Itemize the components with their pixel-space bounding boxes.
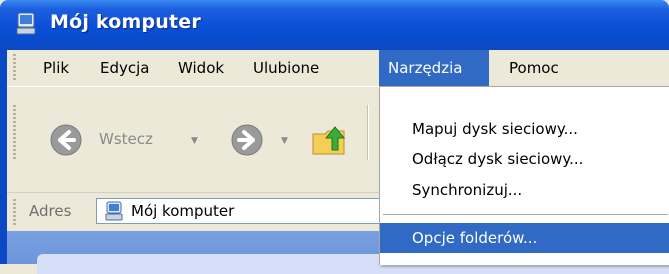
window-title: Mój komputer xyxy=(50,11,201,33)
menu-edycja[interactable]: Edycja xyxy=(92,50,157,86)
title-bar[interactable]: Mój komputer xyxy=(0,0,669,50)
toolbar-separator xyxy=(367,105,369,160)
menu-pomoc[interactable]: Pomoc xyxy=(501,50,567,86)
menu-bar: Plik Edycja Widok Ulubione Narzędzia Pom… xyxy=(7,50,669,87)
addressbar-grip[interactable] xyxy=(13,199,16,225)
window-border xyxy=(0,50,7,264)
menu-plik[interactable]: Plik xyxy=(35,50,77,86)
menu-item-synchronize[interactable]: Synchronizuj... xyxy=(380,175,669,205)
menu-item-folder-options[interactable]: Opcje folderów... xyxy=(380,223,669,253)
address-value: Mój komputer xyxy=(131,202,235,220)
my-computer-icon xyxy=(14,11,40,41)
tools-menu: Mapuj dysk sieciowy... Odłącz dysk sieci… xyxy=(379,86,669,265)
back-button-label[interactable]: Wstecz xyxy=(99,130,153,148)
menu-narzedzia[interactable]: Narzędzia xyxy=(379,50,489,86)
menu-ulubione[interactable]: Ulubione xyxy=(245,50,327,86)
menu-item-map-network-drive[interactable]: Mapuj dysk sieciowy... xyxy=(380,114,669,144)
menu-separator xyxy=(383,214,668,215)
my-computer-icon xyxy=(104,200,126,226)
folder-up-icon[interactable] xyxy=(310,120,350,164)
back-dropdown-arrow-icon[interactable]: ▼ xyxy=(191,136,198,146)
forward-dropdown-arrow-icon[interactable]: ▼ xyxy=(281,136,288,146)
menu-widok[interactable]: Widok xyxy=(170,50,232,86)
forward-arrow-icon[interactable] xyxy=(230,123,264,161)
address-label: Adres xyxy=(29,202,72,220)
menu-item-disconnect-network-drive[interactable]: Odłącz dysk sieciowy... xyxy=(380,144,669,174)
menubar-grip[interactable] xyxy=(13,54,16,82)
back-arrow-icon[interactable] xyxy=(49,123,83,161)
toolbar-grip[interactable] xyxy=(13,105,16,160)
